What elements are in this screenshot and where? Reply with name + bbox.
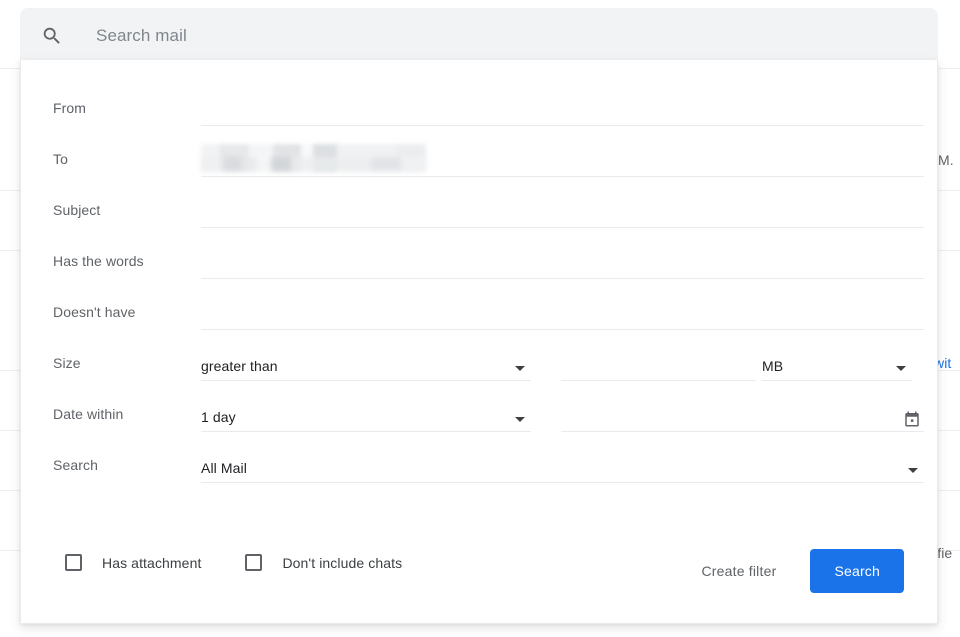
date-input[interactable] [561, 404, 924, 432]
field-wrap-doesnt-have [201, 302, 924, 330]
doesnt-have-input[interactable] [201, 302, 924, 330]
to-input[interactable] [201, 149, 924, 177]
chevron-down-icon [515, 366, 525, 371]
label-doesnt-have: Doesn't have [53, 303, 201, 330]
chevron-down-icon [896, 366, 906, 371]
chevron-down-icon [515, 417, 525, 422]
field-row-size: Size greater than M [53, 337, 924, 381]
field-wrap-from [201, 98, 924, 126]
field-row-subject: Subject [53, 184, 924, 228]
size-operator-select[interactable]: greater than [201, 353, 531, 381]
checkbox-label-dont-include-chats: Don't include chats [282, 555, 402, 571]
field-wrap-has-the-words [201, 251, 924, 279]
search-button[interactable]: Search [810, 549, 904, 593]
field-wrap-to [201, 149, 924, 177]
field-row-from: From [53, 82, 924, 126]
create-filter-button[interactable]: Create filter [689, 553, 788, 589]
checkbox-box-icon[interactable] [65, 554, 82, 571]
field-row-has-the-words: Has the words [53, 235, 924, 279]
calendar-icon[interactable] [903, 410, 921, 428]
search-scope-select[interactable]: All Mail [201, 455, 924, 483]
label-has-the-words: Has the words [53, 252, 201, 279]
checkbox-dont-include-chats[interactable]: Don't include chats [245, 554, 402, 571]
search-scope-value: All Mail [201, 459, 247, 477]
chevron-down-icon [908, 468, 918, 473]
size-amount-input[interactable] [561, 353, 756, 381]
field-row-search-scope: Search All Mail [53, 439, 924, 483]
checkbox-has-attachment[interactable]: Has attachment [65, 554, 201, 571]
field-wrap-search-scope: All Mail [201, 455, 924, 483]
subject-input[interactable] [201, 200, 924, 228]
checkbox-row: Has attachment Don't include chats [65, 554, 446, 571]
gmail-advanced-search-screen: IM. wit ifie From To [0, 0, 960, 637]
panel-actions: Create filter Search [689, 549, 904, 593]
search-bar [20, 8, 938, 64]
size-operator-value: greater than [201, 357, 278, 375]
field-wrap-size: greater than MB [201, 353, 924, 381]
field-row-date-within: Date within 1 day [53, 388, 924, 432]
search-icon[interactable] [28, 12, 76, 60]
label-to: To [53, 150, 201, 177]
checkbox-box-icon[interactable] [245, 554, 262, 571]
checkbox-label-has-attachment: Has attachment [102, 555, 201, 571]
field-wrap-date-within: 1 day [201, 404, 924, 432]
size-unit-select[interactable]: MB [762, 353, 912, 381]
size-unit-value: MB [762, 357, 783, 375]
label-from: From [53, 99, 201, 126]
label-search-scope: Search [53, 456, 201, 483]
field-row-doesnt-have: Doesn't have [53, 286, 924, 330]
date-range-select[interactable]: 1 day [201, 404, 531, 432]
has-the-words-input[interactable] [201, 251, 924, 279]
advanced-search-panel: From To Subject [20, 60, 938, 624]
label-date-within: Date within [53, 405, 201, 432]
label-subject: Subject [53, 201, 201, 228]
label-size: Size [53, 354, 201, 381]
field-wrap-subject [201, 200, 924, 228]
from-input[interactable] [201, 98, 924, 126]
field-row-to: To [53, 133, 924, 177]
date-range-value: 1 day [201, 408, 236, 426]
search-input[interactable] [94, 15, 918, 57]
